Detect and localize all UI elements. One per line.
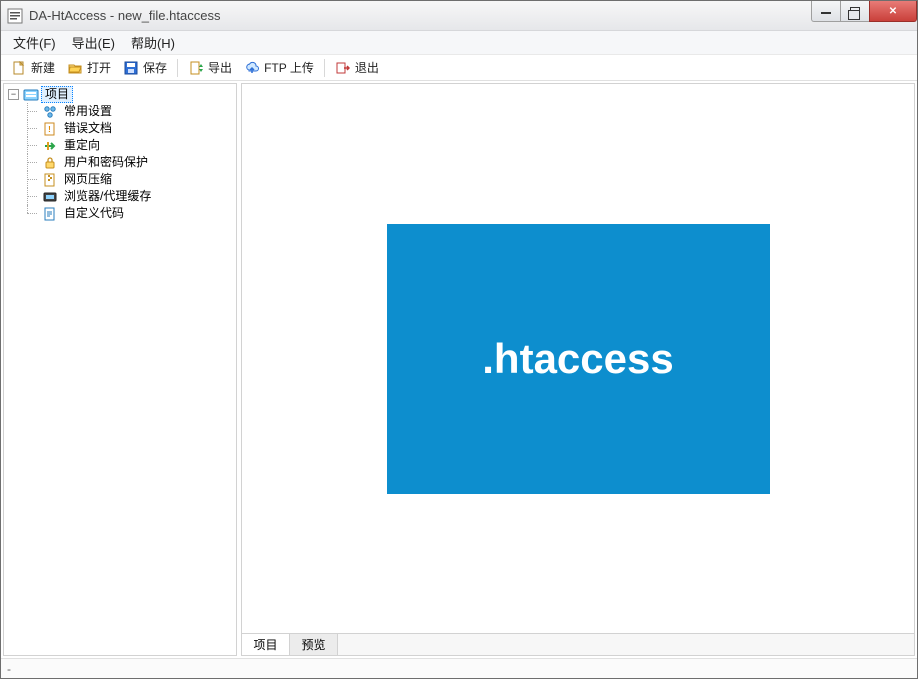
app-icon	[7, 8, 23, 24]
lock-icon	[42, 155, 58, 171]
tree-connector	[22, 205, 40, 222]
maximize-button[interactable]	[840, 1, 870, 22]
ftp-label: FTP 上传	[264, 59, 314, 76]
svg-text:!: !	[48, 125, 51, 134]
export-button[interactable]: 导出	[184, 57, 236, 79]
close-icon: ✕	[889, 6, 897, 17]
save-label: 保存	[143, 59, 167, 76]
tree-connector	[22, 120, 40, 137]
toolbar: 新建 打开 保存 导出 FTP 上传	[1, 55, 917, 81]
restore-icon	[850, 7, 860, 15]
error-doc-icon: !	[42, 121, 58, 137]
tree-item-compression[interactable]: 网页压缩	[22, 171, 232, 188]
new-label: 新建	[31, 59, 55, 76]
titlebar: DA-HtAccess - new_file.htaccess ✕	[1, 1, 917, 31]
window-title: DA-HtAccess - new_file.htaccess	[29, 8, 220, 23]
minimize-button[interactable]	[811, 1, 841, 22]
window-controls: ✕	[812, 1, 917, 23]
tree-item-label: 网页压缩	[60, 171, 116, 188]
tree-item-general[interactable]: 常用设置	[22, 103, 232, 120]
exit-label: 退出	[355, 59, 379, 76]
tree-connector	[22, 171, 40, 188]
right-panel: .htaccess 项目 预览	[241, 83, 915, 656]
tree-item-label: 自定义代码	[60, 205, 128, 222]
tree-connector	[22, 137, 40, 154]
toolbar-separator	[324, 59, 325, 77]
tree-panel: − 项目 常用设置	[3, 83, 237, 656]
statusbar: -	[1, 658, 917, 678]
tab-preview[interactable]: 预览	[290, 634, 338, 655]
save-icon	[123, 60, 139, 76]
close-button[interactable]: ✕	[869, 1, 917, 22]
tree-item-cache[interactable]: 浏览器/代理缓存	[22, 188, 232, 205]
cache-icon	[42, 189, 58, 205]
tree-item-label: 错误文档	[60, 120, 116, 137]
exit-icon	[335, 60, 351, 76]
tree-item-auth[interactable]: 用户和密码保护	[22, 154, 232, 171]
compress-icon	[42, 172, 58, 188]
tree-item-label: 常用设置	[60, 103, 116, 120]
toolbar-separator	[177, 59, 178, 77]
tree-root-label: 项目	[41, 86, 73, 103]
export-label: 导出	[208, 59, 232, 76]
preview-card-text: .htaccess	[482, 335, 673, 383]
menu-export[interactable]: 导出(E)	[72, 33, 115, 52]
menu-file[interactable]: 文件(F)	[13, 33, 56, 52]
tree-item-label: 重定向	[60, 137, 104, 154]
app-window: DA-HtAccess - new_file.htaccess ✕ 文件(F) …	[0, 0, 918, 679]
settings-icon	[42, 104, 58, 120]
project-icon	[23, 87, 39, 103]
tree-connector	[22, 154, 40, 171]
collapse-icon[interactable]: −	[8, 89, 19, 100]
open-button[interactable]: 打开	[63, 57, 115, 79]
new-button[interactable]: 新建	[7, 57, 59, 79]
save-button[interactable]: 保存	[119, 57, 171, 79]
exit-button[interactable]: 退出	[331, 57, 383, 79]
menu-help[interactable]: 帮助(H)	[131, 33, 175, 52]
tree-connector	[22, 103, 40, 120]
folder-open-icon	[67, 60, 83, 76]
status-text: -	[7, 662, 11, 676]
preview-area: .htaccess	[242, 84, 914, 633]
content-area: − 项目 常用设置	[1, 81, 917, 658]
tab-project[interactable]: 项目	[242, 634, 290, 655]
preview-card: .htaccess	[387, 224, 770, 494]
code-file-icon	[42, 206, 58, 222]
tree-root-node[interactable]: − 项目	[8, 86, 232, 103]
tree-item-label: 浏览器/代理缓存	[60, 188, 155, 205]
tree-item-error-docs[interactable]: ! 错误文档	[22, 120, 232, 137]
cloud-upload-icon	[244, 60, 260, 76]
open-label: 打开	[87, 59, 111, 76]
ftp-upload-button[interactable]: FTP 上传	[240, 57, 318, 79]
tree-connector	[22, 188, 40, 205]
tree-item-custom-code[interactable]: 自定义代码	[22, 205, 232, 222]
menubar: 文件(F) 导出(E) 帮助(H)	[1, 31, 917, 55]
redirect-icon	[42, 138, 58, 154]
new-file-icon	[11, 60, 27, 76]
bottom-tabstrip: 项目 预览	[242, 633, 914, 655]
tree-item-redirect[interactable]: 重定向	[22, 137, 232, 154]
export-icon	[188, 60, 204, 76]
minimize-icon	[821, 12, 831, 14]
tree-item-label: 用户和密码保护	[60, 154, 152, 171]
